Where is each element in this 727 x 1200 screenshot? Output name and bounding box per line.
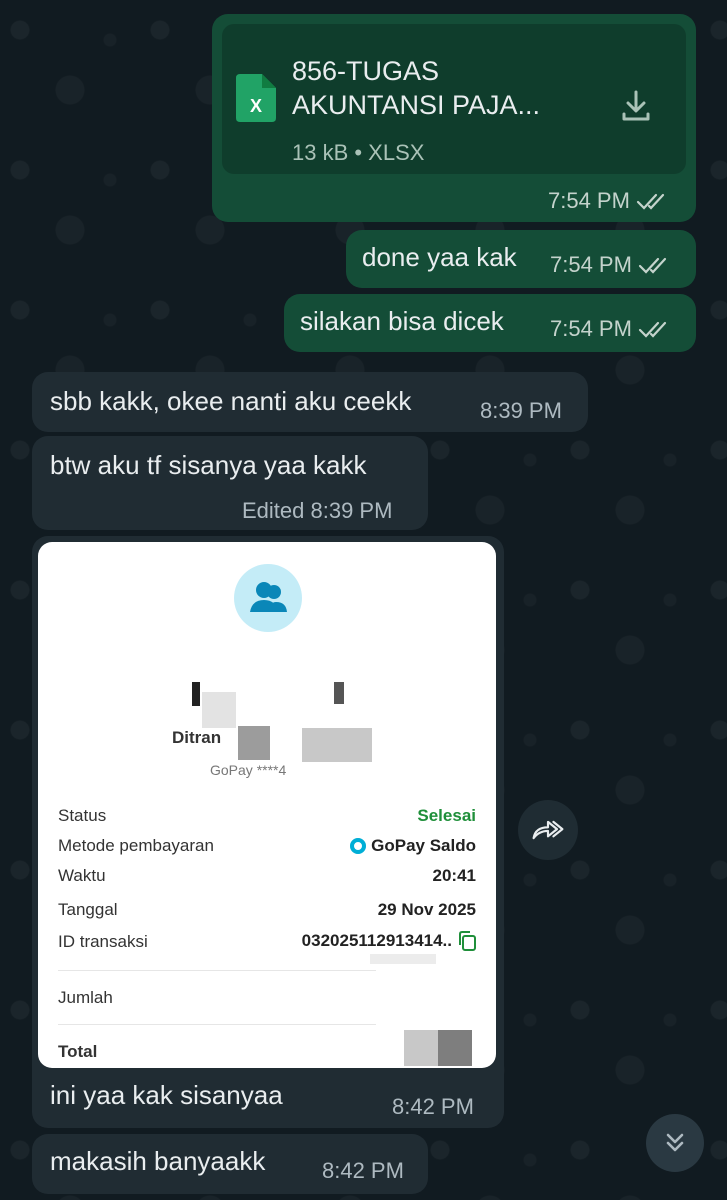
double-check-icon (638, 321, 667, 338)
message-text: sbb kakk, okee nanti aku ceekk (50, 386, 412, 416)
users-icon (250, 582, 287, 612)
copy-icon[interactable] (456, 930, 478, 952)
message-text: done yaa kak (362, 242, 517, 272)
wallet-masked: GoPay ****4 (210, 762, 287, 778)
incoming-message[interactable]: makasih banyaakk 8:42 PM (32, 1134, 428, 1194)
message-meta: 8:42 PM (322, 1158, 404, 1184)
redacted-name (302, 728, 372, 762)
method-label: Metode pembayaran (58, 836, 214, 855)
date-value: 29 Nov 2025 (377, 900, 476, 919)
sender-name: Ditran (172, 728, 222, 747)
message-time: 7:54 PM (550, 252, 632, 277)
message-meta: 8:42 PM (392, 1094, 474, 1120)
file-card[interactable]: X 856-TUGAS AKUNTANSI PAJA... 13 kB • XL… (222, 24, 686, 174)
image-caption: ini yaa kak sisanyaa (50, 1080, 283, 1110)
message-time: 7:54 PM (550, 316, 632, 341)
divider (58, 970, 376, 971)
file-name: 856-TUGAS AKUNTANSI PAJA... (292, 56, 541, 120)
status-value: Selesai (417, 806, 476, 825)
redacted-amount (438, 1030, 472, 1066)
message-time: 8:42 PM (322, 1158, 404, 1183)
svg-text:X: X (250, 96, 262, 116)
forward-icon (532, 820, 564, 840)
redacted-name (192, 682, 200, 706)
amount-label: Jumlah (58, 988, 113, 1007)
message-text: btw aku tf sisanya yaa kakk (50, 450, 367, 480)
payment-receipt-image[interactable]: Ditran GoPay ****4 Status Selesai Metode… (38, 542, 496, 1068)
file-message-bubble[interactable]: X 856-TUGAS AKUNTANSI PAJA... 13 kB • XL… (212, 14, 696, 222)
message-time: 8:42 PM (392, 1094, 474, 1119)
double-check-icon (638, 257, 667, 274)
message-time: 8:39 PM (480, 398, 562, 423)
message-time: Edited 8:39 PM (242, 498, 393, 523)
redacted-name (334, 682, 344, 704)
total-label: Total (58, 1042, 98, 1061)
outgoing-message[interactable]: done yaa kak 7:54 PM (346, 230, 696, 288)
recipient-avatar (234, 564, 302, 632)
incoming-message[interactable]: btw aku tf sisanya yaa kakk Edited 8:39 … (32, 436, 428, 530)
redacted-text (370, 954, 436, 964)
divider (58, 1024, 376, 1025)
gopay-icon (350, 838, 367, 854)
message-time: 7:54 PM (548, 188, 630, 213)
outgoing-message[interactable]: silakan bisa dicek 7:54 PM (284, 294, 696, 352)
file-info: 13 kB • XLSX (292, 140, 425, 165)
redacted-name (202, 692, 236, 728)
message-meta: 7:54 PM (548, 188, 670, 214)
status-label: Status (58, 806, 107, 825)
time-value: 20:41 (432, 866, 476, 885)
message-text: silakan bisa dicek (300, 306, 504, 336)
redacted-name (238, 726, 270, 760)
time-label: Waktu (58, 866, 106, 885)
scroll-to-bottom-button[interactable] (646, 1114, 704, 1172)
download-icon[interactable] (616, 86, 656, 126)
double-check-icon (636, 193, 665, 210)
message-meta: 8:39 PM (480, 398, 562, 424)
forward-button[interactable] (518, 800, 578, 860)
incoming-message[interactable]: sbb kakk, okee nanti aku ceekk 8:39 PM (32, 372, 588, 432)
transaction-id-label: ID transaksi (58, 932, 148, 951)
date-label: Tanggal (58, 900, 118, 919)
redacted-amount (404, 1030, 438, 1066)
message-meta: 7:54 PM (550, 316, 672, 342)
message-meta: 7:54 PM (550, 252, 672, 278)
transaction-id-value: 032025112913414.. (302, 930, 478, 952)
excel-file-icon: X (236, 74, 276, 122)
scroll-down-icon (666, 1133, 684, 1152)
message-text: makasih banyaakk (50, 1146, 266, 1176)
method-value: GoPay Saldo (350, 836, 476, 856)
message-meta: Edited 8:39 PM (242, 498, 392, 524)
